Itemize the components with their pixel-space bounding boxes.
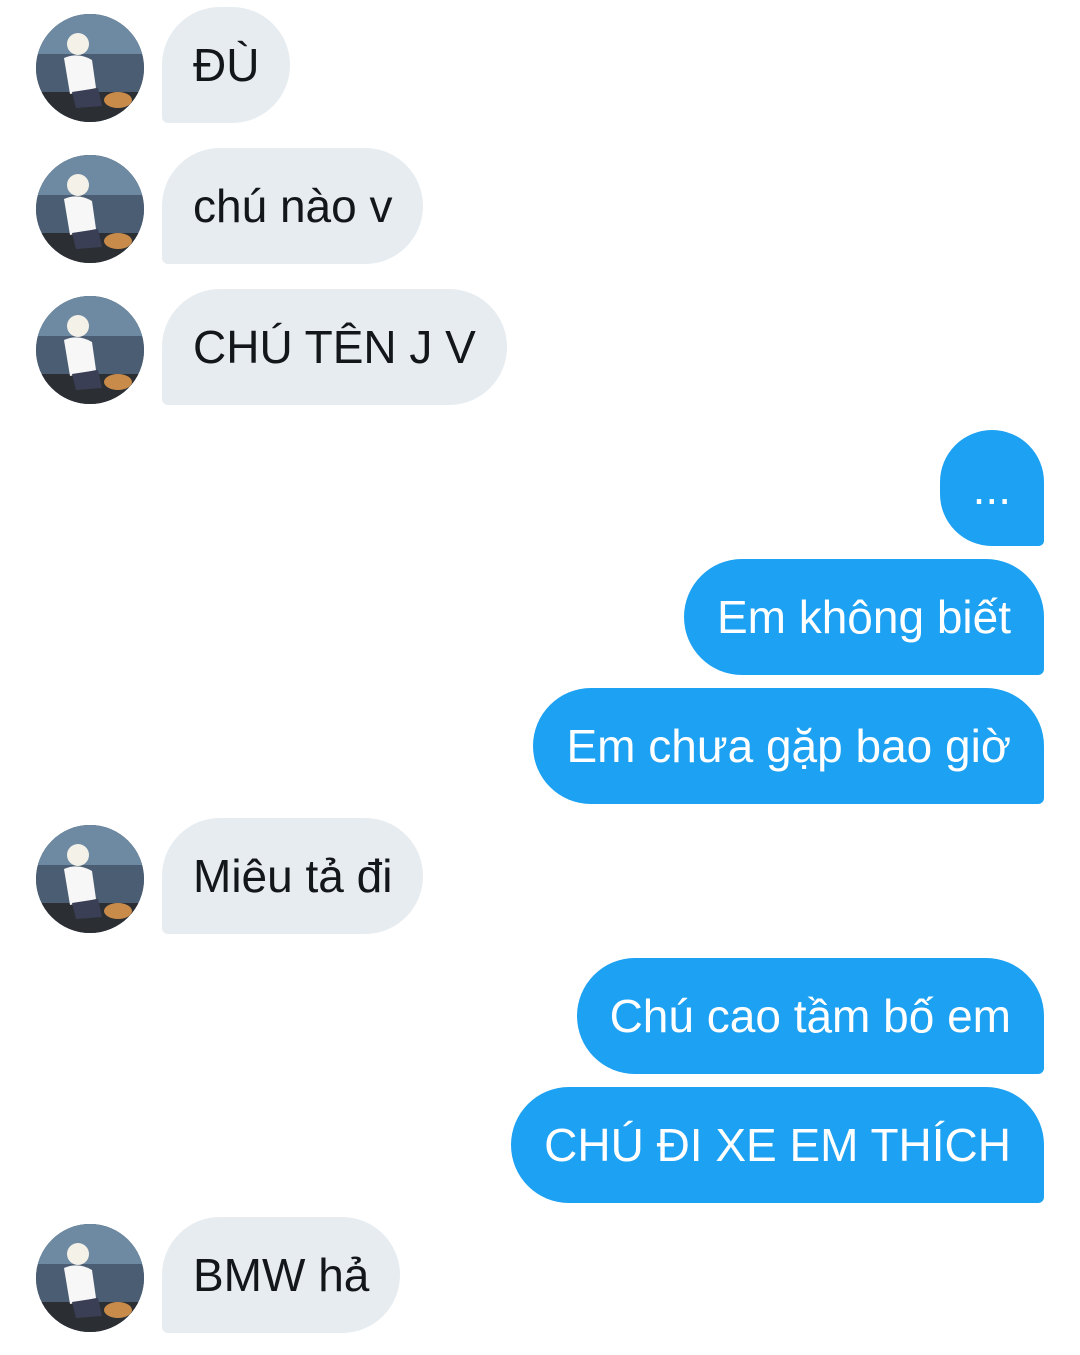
- message-bubble-outgoing[interactable]: Em không biết: [683, 559, 1044, 675]
- message-text: Em chưa gặp bao giờ: [566, 720, 1011, 772]
- message-text: Em không biết: [716, 591, 1011, 643]
- avatar-photo-icon: [36, 14, 144, 122]
- avatar[interactable]: [36, 296, 144, 404]
- avatar-photo-icon: [36, 296, 144, 404]
- avatar[interactable]: [36, 14, 144, 122]
- avatar-photo-icon: [36, 155, 144, 263]
- message-text: CHÚ ĐI XE EM THÍCH: [544, 1119, 1011, 1171]
- avatar[interactable]: [36, 1224, 144, 1332]
- message-text: ĐÙ: [193, 39, 260, 91]
- message-bubble-incoming[interactable]: Miêu tả đi: [162, 818, 424, 934]
- message-text: BMW hả: [193, 1249, 370, 1301]
- message-bubble-outgoing[interactable]: ...: [939, 430, 1044, 546]
- message-text: CHÚ TÊN J V: [193, 321, 476, 373]
- avatar[interactable]: [36, 825, 144, 933]
- avatar-photo-icon: [36, 1224, 144, 1332]
- message-bubble-outgoing[interactable]: Chú cao tầm bố em: [576, 958, 1044, 1074]
- message-bubble-outgoing[interactable]: Em chưa gặp bao giờ: [533, 688, 1044, 804]
- message-bubble-incoming[interactable]: ĐÙ: [162, 7, 291, 123]
- message-text: chú nào v: [193, 180, 393, 232]
- avatar[interactable]: [36, 155, 144, 263]
- message-text: Miêu tả đi: [193, 850, 393, 902]
- avatar-photo-icon: [36, 825, 144, 933]
- message-bubble-incoming[interactable]: BMW hả: [162, 1217, 401, 1333]
- message-bubble-outgoing[interactable]: CHÚ ĐI XE EM THÍCH: [511, 1087, 1044, 1203]
- message-text: Chú cao tầm bố em: [609, 990, 1011, 1042]
- message-text: ...: [972, 462, 1011, 514]
- message-bubble-incoming[interactable]: chú nào v: [162, 148, 424, 264]
- message-bubble-incoming[interactable]: CHÚ TÊN J V: [162, 289, 507, 405]
